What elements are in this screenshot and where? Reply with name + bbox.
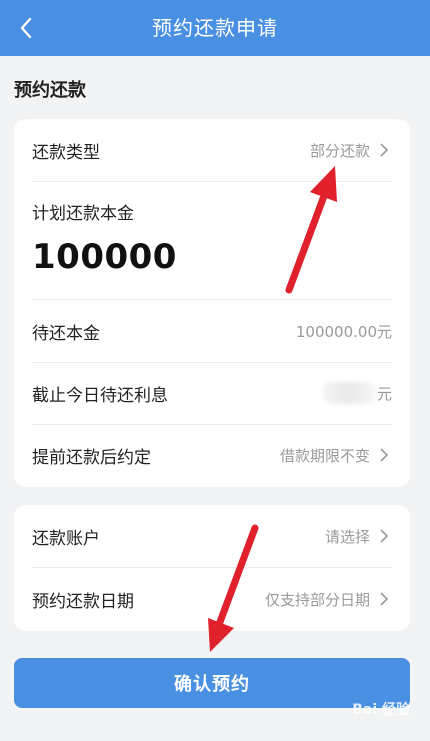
top-navigation-bar: 预约还款申请 xyxy=(0,0,430,56)
outstanding-principal-label: 待还本金 xyxy=(32,323,100,344)
after-prepay-row[interactable]: 提前还款后约定 借款期限不变 xyxy=(32,424,392,486)
repay-date-value: 仅支持部分日期 xyxy=(264,590,370,609)
repay-date-row[interactable]: 预约还款日期 仅支持部分日期 xyxy=(32,568,392,630)
interest-due-unit: 元 xyxy=(376,384,392,403)
interest-due-label: 截止今日待还利息 xyxy=(32,385,168,406)
chevron-right-icon xyxy=(380,448,389,462)
repay-type-label: 还款类型 xyxy=(32,142,100,163)
page-title: 预约还款申请 xyxy=(152,16,278,40)
repay-type-value: 部分还款 xyxy=(309,141,370,160)
interest-due-row: 截止今日待还利息 元 xyxy=(32,362,392,425)
chevron-right-icon xyxy=(380,529,389,543)
repayment-details-card: 还款类型 部分还款 计划还款本金 100000 待还本金 100000.00元 … xyxy=(14,119,410,487)
planned-principal-block[interactable]: 计划还款本金 100000 xyxy=(32,181,392,300)
repay-type-row[interactable]: 还款类型 部分还款 xyxy=(32,119,392,182)
blurred-interest-amount xyxy=(322,382,375,404)
watermark-logo: Bai 经验 xyxy=(352,702,410,718)
account-date-card: 还款账户 请选择 预约还款日期 仅支持部分日期 xyxy=(14,505,410,631)
repay-account-value: 请选择 xyxy=(324,527,370,546)
confirm-button[interactable]: 确认预约 xyxy=(14,658,410,708)
repay-account-row[interactable]: 还款账户 请选择 xyxy=(32,505,392,568)
after-prepay-value: 借款期限不变 xyxy=(279,446,370,465)
after-prepay-label: 提前还款后约定 xyxy=(32,447,151,468)
planned-principal-label: 计划还款本金 xyxy=(32,204,134,224)
outstanding-principal-value: 100000.00元 xyxy=(295,322,392,341)
planned-principal-value[interactable]: 100000 xyxy=(32,237,177,277)
section-title: 预约还款 xyxy=(14,80,86,101)
chevron-right-icon xyxy=(380,592,389,606)
repay-account-label: 还款账户 xyxy=(32,528,100,549)
outstanding-principal-row: 待还本金 100000.00元 xyxy=(32,300,392,363)
chevron-right-icon xyxy=(380,143,389,157)
repay-date-label: 预约还款日期 xyxy=(32,591,134,612)
